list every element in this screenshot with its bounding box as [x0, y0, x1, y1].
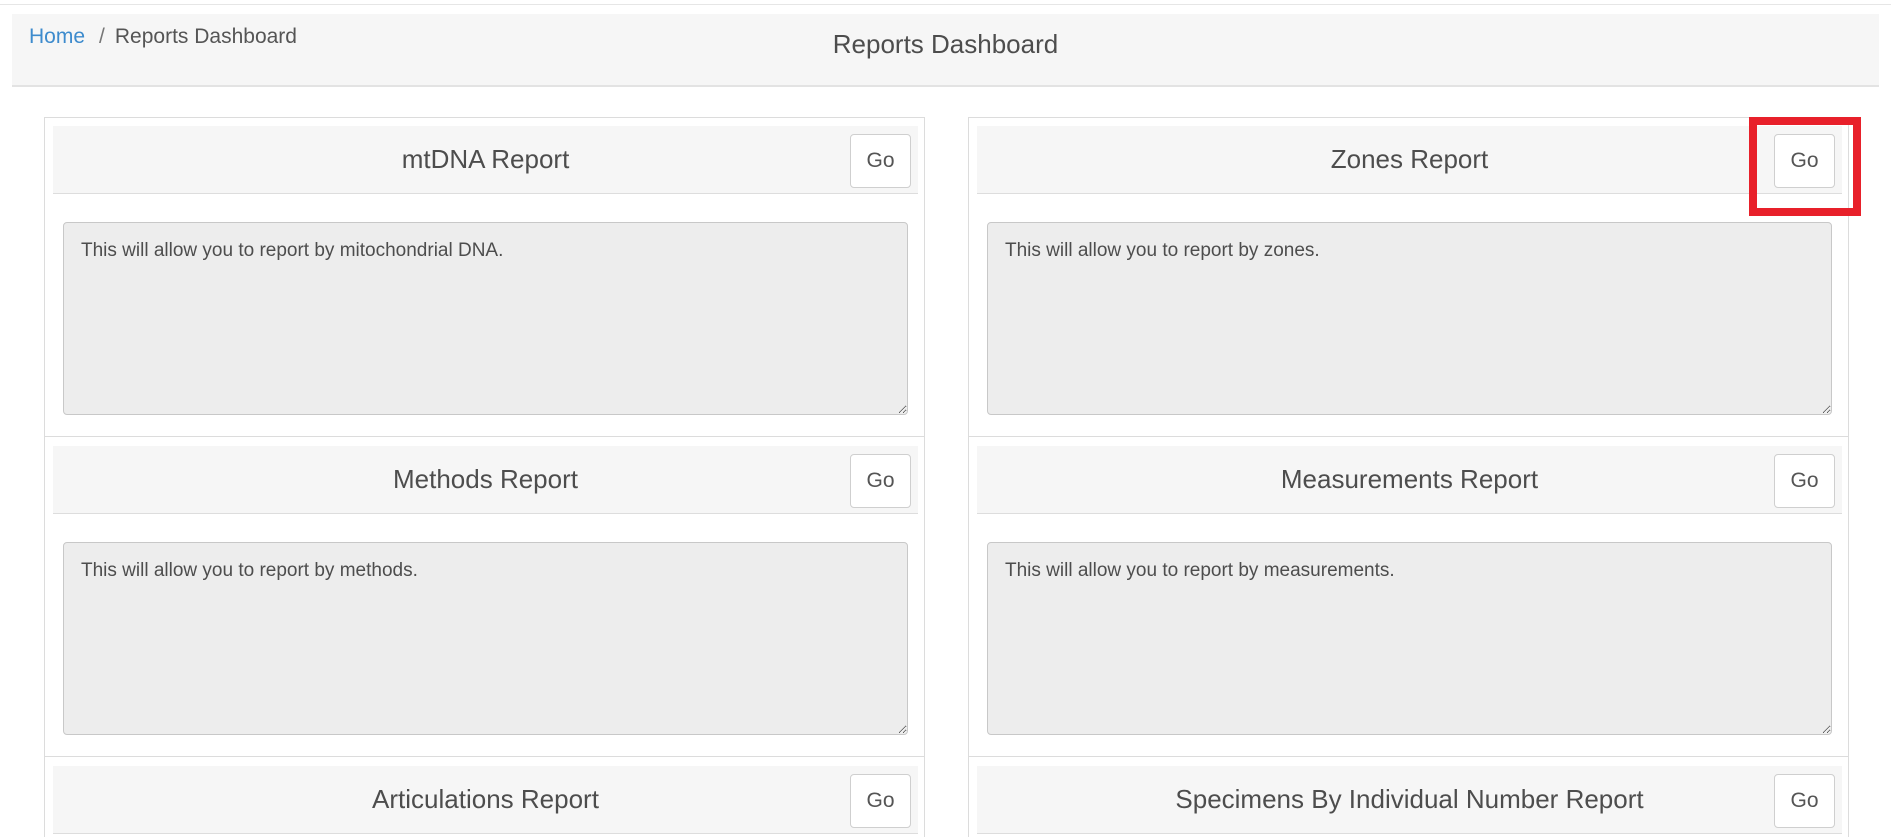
report-card-measurements: Measurements Report Go This will allow y… — [969, 438, 1848, 758]
card-divider — [969, 436, 1848, 437]
reports-column-right: Zones Report Go This will allow you to r… — [968, 117, 1849, 837]
go-button-measurements[interactable]: Go — [1774, 454, 1835, 508]
report-card-header: Zones Report Go — [977, 126, 1842, 194]
report-description-zones[interactable]: This will allow you to report by zones. — [987, 222, 1832, 415]
reports-dashboard-page: Home / Reports Dashboard Reports Dashboard… — [0, 0, 1891, 837]
report-card-header: mtDNA Report Go — [53, 126, 918, 194]
report-title: Methods Report — [393, 464, 578, 494]
report-card-specimens-by-individual-number: Specimens By Individual Number Report Go — [969, 758, 1848, 837]
report-card-mtdna: mtDNA Report Go This will allow you to r… — [45, 118, 924, 438]
report-description-mtdna[interactable]: This will allow you to report by mitocho… — [63, 222, 908, 415]
card-divider — [45, 756, 924, 757]
report-card-header: Methods Report Go — [53, 446, 918, 514]
card-divider — [45, 436, 924, 437]
go-button-mtdna[interactable]: Go — [850, 134, 911, 188]
report-card-header: Articulations Report Go — [53, 766, 918, 834]
report-card-header: Specimens By Individual Number Report Go — [977, 766, 1842, 834]
go-button-zones[interactable]: Go — [1774, 134, 1835, 188]
go-button-methods[interactable]: Go — [850, 454, 911, 508]
report-description-measurements[interactable]: This will allow you to report by measure… — [987, 542, 1832, 735]
card-divider — [969, 756, 1848, 757]
report-description-methods[interactable]: This will allow you to report by methods… — [63, 542, 908, 735]
go-button-specimens[interactable]: Go — [1774, 774, 1835, 828]
report-card-methods: Methods Report Go This will allow you to… — [45, 438, 924, 758]
report-title: Specimens By Individual Number Report — [1175, 784, 1644, 814]
report-card-header: Measurements Report Go — [977, 446, 1842, 514]
report-title: Zones Report — [1330, 144, 1489, 174]
reports-column-left: mtDNA Report Go This will allow you to r… — [44, 117, 925, 837]
report-title: Measurements Report — [1280, 464, 1539, 494]
report-card-zones: Zones Report Go This will allow you to r… — [969, 118, 1848, 438]
report-title: Articulations Report — [372, 784, 599, 814]
report-card-articulations: Articulations Report Go — [45, 758, 924, 837]
top-divider — [0, 4, 1891, 5]
page-title: Reports Dashboard — [832, 29, 1059, 59]
go-button-articulations[interactable]: Go — [850, 774, 911, 828]
report-title: mtDNA Report — [401, 144, 570, 174]
